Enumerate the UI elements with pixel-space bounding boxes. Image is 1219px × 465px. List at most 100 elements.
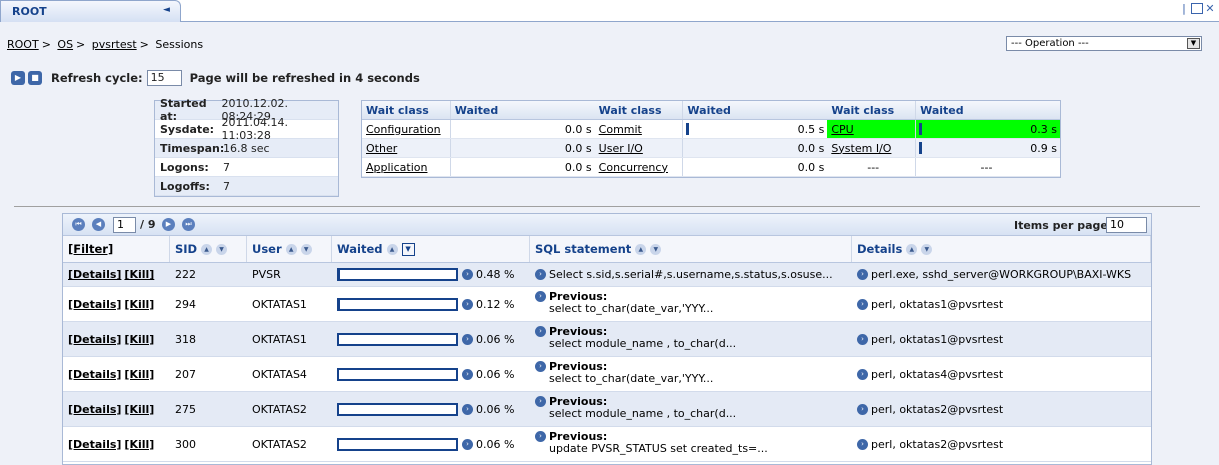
- details-cell: perl, oktatas1@pvsrtest: [871, 332, 1004, 346]
- summary-key: Logoffs:: [160, 179, 210, 193]
- expand-icon[interactable]: ›: [462, 298, 473, 310]
- expand-icon[interactable]: ›: [857, 368, 868, 380]
- kill-link[interactable]: [Kill]: [124, 333, 154, 346]
- sort-desc-icon[interactable]: ▼: [650, 243, 662, 255]
- wait-class-link[interactable]: Concurrency: [595, 158, 684, 176]
- waited-value: 0.0 s: [683, 139, 827, 157]
- expand-icon[interactable]: ›: [535, 396, 546, 407]
- kill-link[interactable]: [Kill]: [124, 298, 154, 311]
- kill-link[interactable]: [Kill]: [124, 268, 154, 281]
- expand-icon[interactable]: ›: [857, 333, 868, 345]
- waited-progress-bar: [337, 402, 458, 416]
- expand-icon[interactable]: ›: [535, 361, 546, 372]
- details-link[interactable]: [Details]: [68, 368, 121, 381]
- wait-class-header: Wait class Waited Wait class Waited Wait…: [362, 101, 1060, 120]
- session-summary-table: Started at: 2010.12.02. 08:24:29 Sysdate: 2…: [154, 97, 339, 197]
- kill-link[interactable]: [Kill]: [124, 403, 154, 416]
- refresh-cycle-input[interactable]: 15: [146, 70, 182, 86]
- drag-handle-icon[interactable]: |: [1179, 2, 1189, 15]
- expand-icon[interactable]: ›: [857, 403, 868, 415]
- waited-value: 0.5 s: [683, 120, 827, 138]
- expand-icon[interactable]: ›: [535, 326, 546, 337]
- sid-cell: 207: [175, 367, 196, 381]
- expand-icon[interactable]: ›: [535, 291, 546, 302]
- expand-icon[interactable]: ›: [462, 333, 473, 345]
- breadcrumb-os[interactable]: OS: [57, 38, 73, 51]
- sql-text: select module_name , to_char(d...: [549, 337, 737, 350]
- expand-icon[interactable]: ›: [462, 368, 473, 380]
- restore-icon[interactable]: [1191, 3, 1203, 14]
- details-link[interactable]: [Details]: [68, 438, 121, 451]
- items-per-page-input[interactable]: 10: [1106, 217, 1147, 233]
- waited-percent: 0.12 %: [476, 297, 515, 311]
- operation-select-value: --- Operation ---: [1011, 38, 1089, 49]
- user-cell: OKTATAS1: [252, 332, 307, 346]
- summary-value: 7: [223, 179, 230, 193]
- waited-percent: 0.06 %: [476, 367, 515, 381]
- expand-icon[interactable]: ›: [857, 269, 868, 280]
- waited-progress-bar: [337, 437, 458, 451]
- page-input[interactable]: 1: [113, 217, 136, 233]
- play-icon[interactable]: ▶: [11, 71, 25, 85]
- details-link[interactable]: [Details]: [68, 268, 121, 281]
- wait-class-link[interactable]: Application: [362, 158, 451, 176]
- details-link[interactable]: [Details]: [68, 333, 121, 346]
- wait-class-link[interactable]: Configuration: [362, 120, 451, 138]
- wait-class-empty: ---: [827, 158, 917, 176]
- grid-header: [Filter] SID ▲ ▼ User ▲ ▼ Waited ▲ ▼ SQL state…: [63, 236, 1151, 263]
- breadcrumb-host[interactable]: pvsrtest: [92, 38, 137, 51]
- wait-class-link[interactable]: Other: [362, 139, 451, 157]
- tab-root[interactable]: ROOT ◄: [0, 0, 181, 22]
- refresh-bar: ▶ ■ Refresh cycle: 15 Page will be refre…: [11, 70, 420, 86]
- window-controls: | ✕: [1179, 2, 1215, 15]
- wait-class-link[interactable]: CPU: [827, 120, 917, 138]
- sort-asc-icon[interactable]: ▲: [635, 243, 647, 255]
- sort-asc-icon[interactable]: ▲: [201, 243, 213, 255]
- first-page-icon[interactable]: ⏮: [72, 218, 85, 231]
- stop-icon[interactable]: ■: [28, 71, 42, 85]
- wait-class-link[interactable]: User I/O: [595, 139, 684, 157]
- waited-header: Waited: [337, 242, 383, 256]
- breadcrumb-root[interactable]: ROOT: [7, 38, 39, 51]
- user-cell: OKTATAS4: [252, 367, 307, 381]
- expand-icon[interactable]: ›: [462, 403, 473, 415]
- expand-icon[interactable]: ›: [462, 269, 473, 280]
- sort-desc-icon[interactable]: ▼: [300, 243, 312, 255]
- wait-class-header-cell: Wait class: [827, 101, 917, 119]
- sort-desc-icon[interactable]: ▼: [921, 243, 933, 255]
- close-icon[interactable]: ✕: [1205, 2, 1215, 15]
- filter-link[interactable]: [Filter]: [68, 242, 113, 256]
- kill-link[interactable]: [Kill]: [124, 368, 154, 381]
- collapse-icon[interactable]: ◄: [163, 5, 170, 15]
- wait-class-link[interactable]: System I/O: [827, 139, 917, 157]
- breadcrumb-current: Sessions: [155, 38, 204, 51]
- summary-key: Started at:: [160, 97, 207, 123]
- expand-icon[interactable]: ›: [462, 438, 473, 450]
- sort-asc-icon[interactable]: ▲: [906, 243, 918, 255]
- expand-icon[interactable]: ›: [857, 298, 868, 310]
- chevron-down-icon[interactable]: ▼: [1187, 38, 1200, 49]
- sort-asc-icon[interactable]: ▲: [285, 243, 297, 255]
- sort-desc-icon[interactable]: ▼: [216, 243, 228, 255]
- waited-progress-bar: [337, 367, 458, 381]
- wait-class-link[interactable]: Commit: [595, 120, 684, 138]
- last-page-icon[interactable]: ⏭: [182, 218, 195, 231]
- sort-asc-icon[interactable]: ▲: [386, 243, 398, 255]
- details-link[interactable]: [Details]: [68, 403, 121, 416]
- items-per-page-label: Items per page:: [1014, 219, 1113, 232]
- waited-bar: [686, 123, 690, 135]
- operation-select[interactable]: --- Operation --- ▼: [1006, 36, 1202, 51]
- summary-row: Logoffs: 7: [155, 177, 338, 196]
- kill-link[interactable]: [Kill]: [124, 438, 154, 451]
- sid-cell: 300: [175, 437, 196, 451]
- next-page-icon[interactable]: ▶: [162, 218, 175, 231]
- summary-row: Logons: 7: [155, 158, 338, 177]
- expand-icon[interactable]: ›: [535, 431, 546, 442]
- sort-desc-active-icon[interactable]: ▼: [401, 242, 415, 256]
- prev-page-icon[interactable]: ◀: [92, 218, 105, 231]
- user-cell: OKTATAS2: [252, 402, 307, 416]
- user-cell: PVSR: [252, 268, 281, 281]
- details-link[interactable]: [Details]: [68, 298, 121, 311]
- expand-icon[interactable]: ›: [535, 269, 546, 280]
- expand-icon[interactable]: ›: [857, 438, 868, 450]
